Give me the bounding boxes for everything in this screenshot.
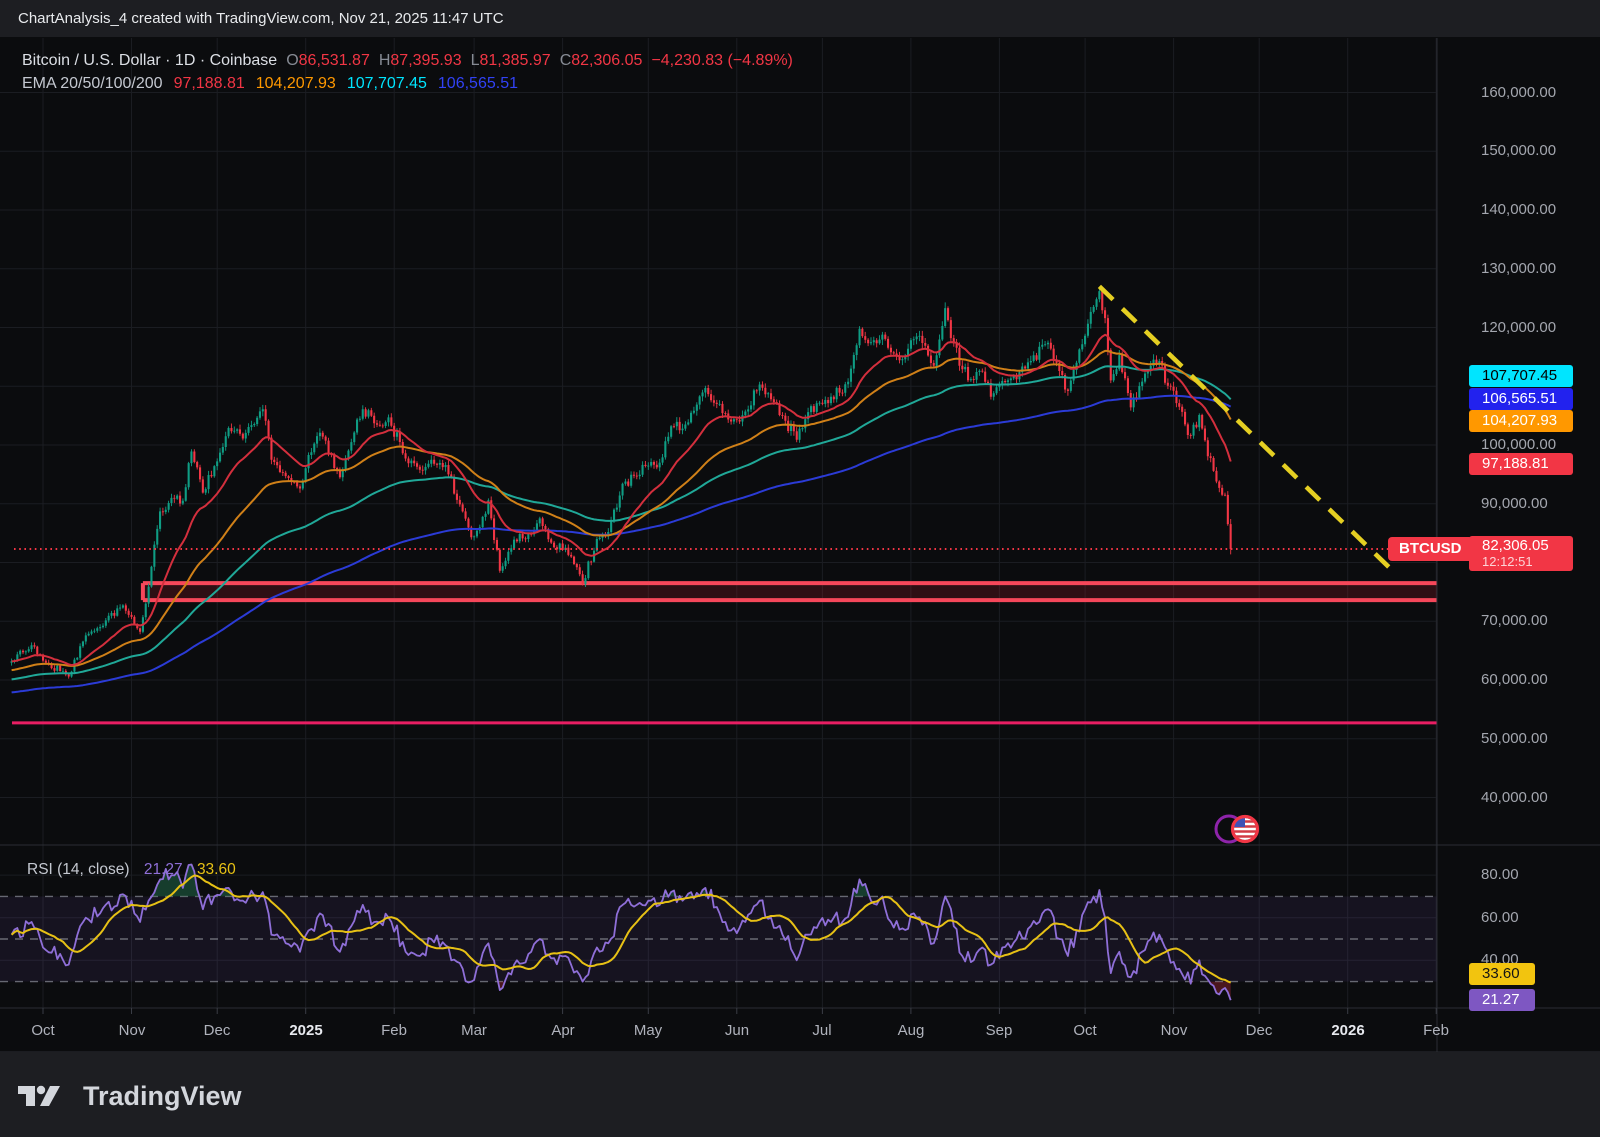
time-axis-label: 2026: [1331, 1022, 1364, 1039]
price-tick: 90,000.00: [1481, 495, 1548, 513]
window-title-bar: ChartAnalysis_4 created with TradingView…: [0, 0, 1600, 37]
tradingview-logo-text: TradingView: [83, 1081, 242, 1111]
rsi-study-title: RSI (14, close): [27, 861, 130, 878]
chart-canvas[interactable]: [0, 0, 1600, 1137]
price-tick: 150,000.00: [1481, 142, 1556, 160]
window-title: ChartAnalysis_4 created with TradingView…: [18, 10, 504, 27]
candle-bodies-up: [11, 291, 1201, 676]
rsi-value-label: 21.27: [1469, 989, 1535, 1011]
time-tick-stubs: [43, 1008, 1436, 1014]
rsi-tick: 60.00: [1481, 909, 1519, 927]
ema100-price-label: 107,707.45: [1469, 365, 1573, 387]
ema-study-title: EMA 20/50/100/200: [22, 75, 163, 92]
price-tick: 130,000.00: [1481, 260, 1556, 278]
tradingview-logo-icon: [17, 1081, 63, 1111]
ohlc-letter: C: [560, 52, 572, 69]
time-axis-label: Nov: [119, 1022, 146, 1039]
price-tick: 100,000.00: [1481, 436, 1556, 454]
ohlc-letter: L: [471, 52, 480, 69]
ema50-price-label: 104,207.93: [1469, 410, 1573, 432]
time-axis-label: Apr: [551, 1022, 574, 1039]
us-flag-icon: [1234, 818, 1256, 840]
ema200-price-label: 106,565.51: [1469, 388, 1573, 410]
ohlc-value: 87,395.93: [390, 52, 461, 69]
ema100-legend-value: 107,707.45: [347, 75, 427, 92]
ema200-legend-value: 106,565.51: [438, 75, 518, 92]
time-axis-label: Oct: [1073, 1022, 1096, 1039]
ema-values: 97,188.81 104,207.93 107,707.45 106,565.51: [163, 75, 518, 92]
price-tick: 50,000.00: [1481, 730, 1548, 748]
time-axis-label: 2025: [289, 1022, 322, 1039]
time-axis-label: Aug: [898, 1022, 925, 1039]
ema50-legend-value: 104,207.93: [256, 75, 336, 92]
time-axis-label: Feb: [381, 1022, 407, 1039]
price-tick: 120,000.00: [1481, 319, 1556, 337]
rsi-oversold-fill: [12, 982, 1231, 1001]
rsi-ma-value: 33.60: [197, 861, 236, 878]
time-axis-label: Nov: [1161, 1022, 1188, 1039]
footer-bar: TradingView: [0, 1052, 1600, 1137]
support-zone-fill: [143, 583, 1437, 600]
rsi-current-value: 21.27: [144, 861, 183, 878]
rsi-tick: 80.00: [1481, 866, 1519, 884]
price-tick: 140,000.00: [1481, 201, 1556, 219]
time-axis-label: May: [634, 1022, 662, 1039]
legend-ema-row[interactable]: EMA 20/50/100/200 97,188.81 104,207.93 107,…: [22, 72, 793, 95]
downtrend-dashed-line: [1099, 286, 1396, 574]
time-axis-label: Mar: [461, 1022, 487, 1039]
ema20-price-label: 97,188.81: [1469, 453, 1573, 475]
ohlc-values: O86,531.87 H87,395.93 L81,385.97 C82,306.05: [277, 52, 642, 69]
price-tick: 70,000.00: [1481, 612, 1548, 630]
time-axis-label: Dec: [1246, 1022, 1273, 1039]
candle-wicks-down: [23, 289, 1231, 678]
price-tick: 60,000.00: [1481, 671, 1548, 689]
candle-wicks-up: [12, 288, 1200, 678]
rsi-ma-label: 33.60: [1469, 963, 1535, 985]
time-axis-label: Jun: [725, 1022, 749, 1039]
ema200-line: [12, 396, 1231, 693]
candle-bodies-down: [22, 291, 1232, 676]
ohlc-letter: H: [379, 52, 391, 69]
tradingview-logo[interactable]: TradingView: [17, 1081, 247, 1111]
time-axis-label: Jul: [812, 1022, 831, 1039]
ema20-legend-value: 97,188.81: [174, 75, 245, 92]
chart-legend: Bitcoin / U.S. Dollar · 1D · CoinbaseO86…: [22, 49, 793, 95]
rsi-study-row[interactable]: RSI (14, close) 21.27 33.60: [27, 861, 236, 879]
symbol-title: Bitcoin / U.S. Dollar · 1D · Coinbase: [22, 52, 277, 69]
price-tick: 40,000.00: [1481, 789, 1548, 807]
ohlc-value: 86,531.87: [299, 52, 370, 69]
ohlc-value: 82,306.05: [571, 52, 642, 69]
ohlc-value: 81,385.97: [480, 52, 551, 69]
bar-countdown: 12:12:51: [1482, 555, 1573, 569]
time-axis-label: Oct: [31, 1022, 54, 1039]
price-tick: 160,000.00: [1481, 84, 1556, 102]
ohlc-letter: O: [286, 52, 298, 69]
legend-symbol-row[interactable]: Bitcoin / U.S. Dollar · 1D · CoinbaseO86…: [22, 49, 793, 72]
ema50-line: [12, 351, 1231, 670]
ema20-line: [12, 335, 1231, 665]
last-price-value: 82,306.05: [1482, 536, 1573, 555]
time-axis-label: Feb: [1423, 1022, 1449, 1039]
symbol-price-tag: BTCUSD: [1388, 537, 1473, 561]
time-axis-label: Dec: [204, 1022, 231, 1039]
last-price-label: 82,306.0512:12:51: [1469, 536, 1573, 571]
change-value: −4,230.83 (−4.89%): [651, 52, 792, 69]
time-axis-label: Sep: [986, 1022, 1013, 1039]
